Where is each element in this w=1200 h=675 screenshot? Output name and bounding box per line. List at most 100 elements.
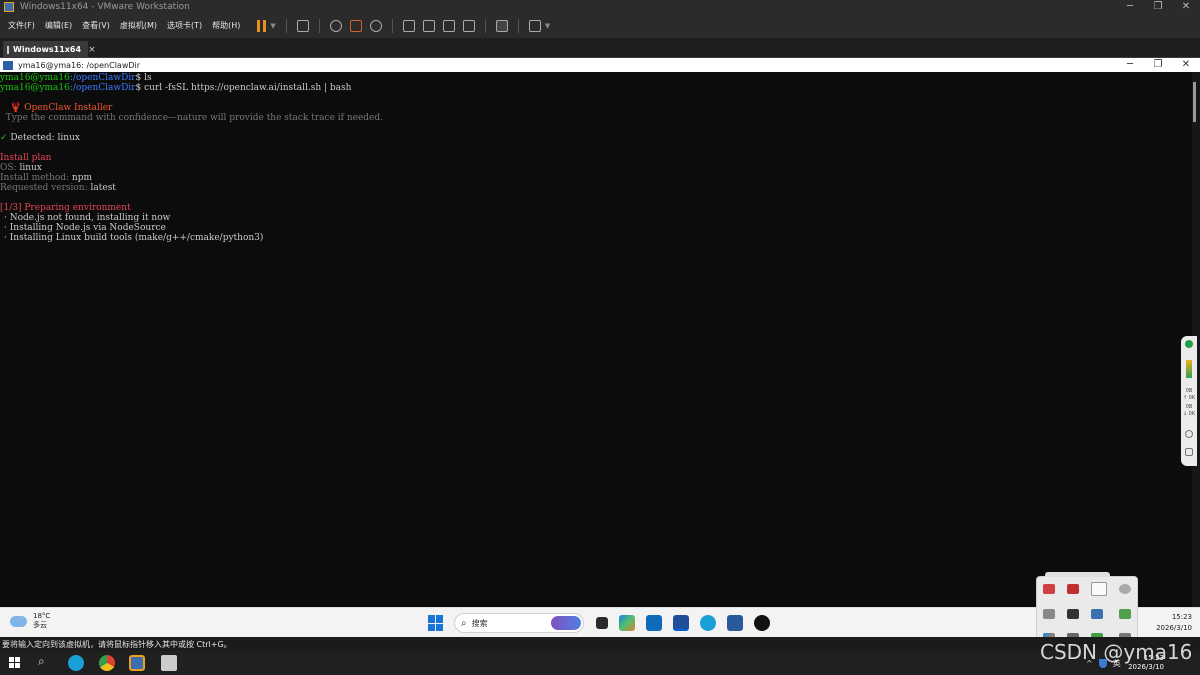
vmware-maximize-button[interactable]: ❐	[1144, 0, 1172, 14]
display-tray-icon[interactable]	[1067, 609, 1079, 619]
search-highlight-icon	[551, 616, 581, 630]
check-icon: ✓	[0, 133, 8, 143]
toolbar-separator	[484, 19, 486, 33]
prompt-suffix: $	[135, 83, 145, 93]
terminal-output[interactable]: yma16@yma16:/openClawDir$ ls yma16@yma16…	[0, 72, 1192, 607]
mute-tray-icon[interactable]	[1043, 609, 1055, 619]
terminal-line: · Node.js not found, installing it now	[0, 213, 1192, 223]
download-total: 0B	[1185, 404, 1193, 410]
step-heading: [1/3] Preparing environment	[0, 203, 131, 213]
host-vmware-icon[interactable]	[129, 655, 145, 671]
terminal-minimize-button[interactable]: ─	[1116, 58, 1144, 72]
speaker-tray-icon[interactable]	[1067, 584, 1079, 594]
taskbar-search-box[interactable]: ⌕ 搜索	[454, 613, 584, 633]
detected-text: Detected: linux	[7, 133, 80, 143]
host-edge-icon[interactable]	[68, 655, 84, 671]
library-view-icon[interactable]	[402, 20, 415, 32]
weather-widget[interactable]: 18°C 多云	[10, 612, 50, 630]
step-line: · Installing Node.js via NodeSource	[4, 223, 166, 233]
terminal-line: · Installing Linux build tools (make/g++…	[0, 233, 1192, 243]
wifi-tray-icon[interactable]	[1119, 584, 1131, 594]
terminal-window-title: yma16@yma16: /openClawDir	[18, 60, 141, 70]
edge-icon[interactable]	[699, 615, 716, 631]
toolbar-separator	[318, 19, 320, 33]
send-ctrl-alt-del-icon[interactable]	[296, 20, 309, 32]
menu-view[interactable]: 查看(V)	[77, 14, 115, 38]
plan-heading: Install plan	[0, 153, 52, 163]
vmware-window-title: Windows11x64 - VMware Workstation	[20, 2, 190, 12]
menu-vm[interactable]: 虚拟机(M)	[115, 14, 162, 38]
menu-edit[interactable]: 编辑(E)	[40, 14, 77, 38]
method-label: Install method:	[0, 173, 70, 183]
guest-time: 15:23	[1171, 613, 1192, 621]
search-placeholder: 搜索	[471, 618, 488, 628]
drive-tray-icon[interactable]	[1091, 609, 1103, 619]
vm-tab-strip: Windows11x64 ×	[0, 38, 1200, 58]
network-monitor-widget[interactable]: 0B ↑ 0K 0B ↓ 0K	[1181, 336, 1197, 466]
security-tray-icon[interactable]	[1043, 584, 1055, 594]
thumbnail-bar-icon[interactable]	[422, 20, 435, 32]
stretch-dropdown-icon[interactable]: ▼	[545, 22, 550, 30]
terminal-line: OS: linux	[0, 163, 1192, 173]
snapshot-icon[interactable]	[329, 20, 342, 32]
version-value: latest	[87, 183, 116, 193]
prompt-user: yma16@yma16	[0, 83, 70, 93]
os-value: linux	[16, 163, 42, 173]
search-icon: ⌕	[461, 617, 467, 629]
vmware-menu-toolbar: 文件(F) 编辑(E) 查看(V) 虚拟机(M) 选项卡(T) 帮助(H) ▼ …	[0, 14, 1200, 38]
host-start-icon[interactable]	[9, 657, 20, 668]
console-view-icon[interactable]	[495, 20, 508, 32]
revert-snapshot-icon[interactable]	[349, 20, 362, 32]
host-app-icon[interactable]	[161, 655, 177, 671]
unity-icon[interactable]	[462, 20, 475, 32]
start-button-icon[interactable]	[428, 615, 444, 631]
terminal-line: yma16@yma16:/openClawDir$ ls	[0, 73, 1192, 83]
vmware-app-icon	[4, 2, 14, 12]
vmware-close-button[interactable]: ✕	[1172, 0, 1200, 14]
vmware-status-bar: 要将输入定向到该虚拟机，请将鼠标指针移入其中或按 Ctrl+G。	[0, 637, 1200, 651]
tab-close-icon[interactable]: ×	[88, 45, 96, 55]
upload-total: 0B	[1185, 388, 1193, 394]
fullscreen-icon[interactable]	[442, 20, 455, 32]
command-text: ls	[144, 73, 152, 83]
menu-tabs[interactable]: 选项卡(T)	[162, 14, 207, 38]
vmware-minimize-button[interactable]: ─	[1116, 0, 1144, 14]
csdn-watermark: CSDN @yma16	[1040, 640, 1193, 664]
terminal-close-button[interactable]: ✕	[1172, 58, 1200, 72]
store-icon[interactable]	[726, 615, 743, 631]
toolbar-separator	[391, 19, 393, 33]
terminal-line: Requested version: latest	[0, 183, 1192, 193]
download-speed: ↓ 0K	[1182, 411, 1196, 417]
pause-dropdown-icon[interactable]: ▼	[270, 22, 275, 30]
menu-help[interactable]: 帮助(H)	[207, 14, 245, 38]
network-tray-icon[interactable]	[1119, 609, 1131, 619]
popup-handle	[1045, 572, 1110, 577]
task-view-icon[interactable]	[595, 617, 608, 629]
qq-icon[interactable]	[753, 615, 770, 631]
shield-icon	[1185, 340, 1193, 348]
guest-clock[interactable]: ◖) 15:23 2026/3/10	[1130, 612, 1192, 634]
host-taskbar: ⌕ ^ 英 15:23 2026/3/10	[0, 651, 1200, 675]
scrollbar-thumb[interactable]	[1193, 82, 1196, 122]
host-chrome-icon[interactable]	[99, 655, 115, 671]
bookmark-tray-icon[interactable]	[1091, 582, 1107, 596]
crop-icon[interactable]	[1185, 448, 1193, 456]
tab-windows11x64[interactable]: Windows11x64 ×	[3, 41, 96, 58]
outlook-icon[interactable]	[645, 615, 662, 631]
pause-icon[interactable]	[257, 20, 267, 32]
terminal-line: · Installing Node.js via NodeSource	[0, 223, 1192, 233]
terminal-maximize-button[interactable]: ❐	[1144, 58, 1172, 72]
upload-speed: ↑ 0K	[1182, 395, 1196, 401]
os-label: OS:	[0, 163, 17, 173]
snapshot-manager-icon[interactable]	[369, 20, 382, 32]
terminal-app-icon	[3, 60, 13, 70]
host-search-icon[interactable]: ⌕	[38, 654, 45, 669]
moon-icon[interactable]	[1185, 430, 1193, 438]
guest-date: 2026/3/10	[1156, 624, 1192, 632]
menu-file[interactable]: 文件(F)	[3, 14, 40, 38]
terminal-taskbar-icon[interactable]	[672, 615, 689, 631]
version-label: Requested version:	[0, 183, 88, 193]
copilot-icon[interactable]	[618, 615, 635, 631]
stretch-view-icon[interactable]	[528, 20, 541, 32]
